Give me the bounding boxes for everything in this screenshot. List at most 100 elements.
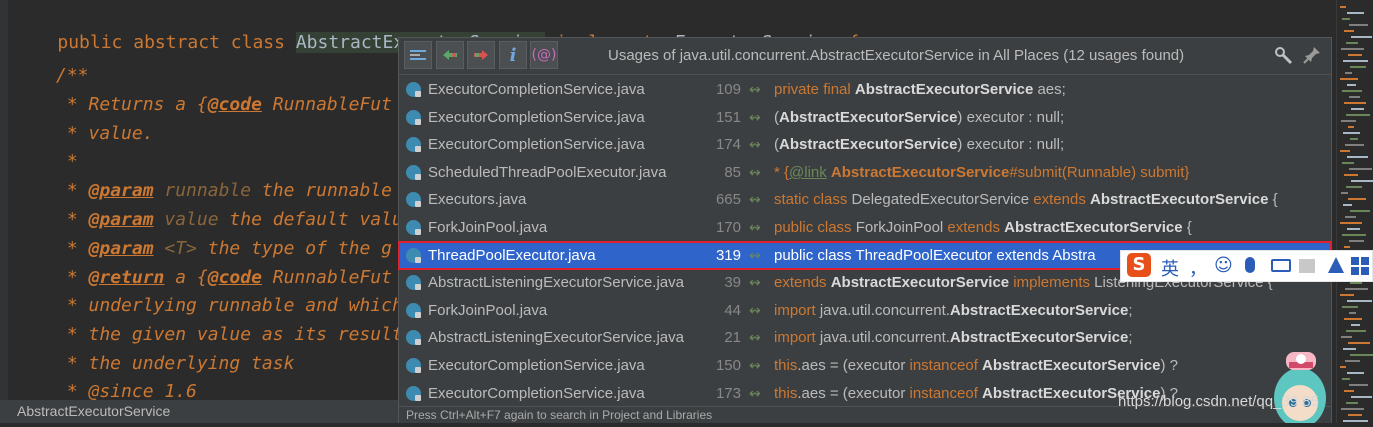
usage-file: ExecutorCompletionService.java bbox=[428, 108, 645, 126]
doc-comment-line: * @param runnable the runnable bbox=[56, 179, 392, 203]
usage-file: AbstractListeningExecutorService.java bbox=[428, 329, 684, 347]
minimap-line bbox=[1349, 384, 1368, 386]
minimap-line bbox=[1344, 30, 1354, 32]
minimap-line bbox=[1341, 48, 1364, 50]
usage-line-number: 109 bbox=[715, 81, 741, 98]
comment-text: * value. bbox=[56, 123, 154, 144]
usage-source: private final AbstractExecutorService ae… bbox=[774, 76, 1066, 103]
ime-punctuation-toggle[interactable]: ， bbox=[1189, 255, 1207, 281]
usage-source-token: ; bbox=[1128, 301, 1133, 319]
usage-file: Executors.java bbox=[428, 191, 527, 209]
comment-text: * Returns a { bbox=[56, 94, 208, 115]
keyboard-icon[interactable] bbox=[1271, 259, 1291, 272]
usage-row[interactable]: Executors.java 665 ↭ static class Delegated… bbox=[399, 186, 1331, 213]
next-occurrence-icon[interactable] bbox=[467, 41, 495, 69]
minimap-line bbox=[1340, 294, 1354, 296]
doc-comment-line: * @param <T> the type of the g bbox=[56, 237, 392, 261]
minimap-line bbox=[1343, 348, 1356, 350]
java-class-icon bbox=[406, 220, 421, 235]
minimap-line bbox=[1348, 126, 1354, 128]
usage-row[interactable]: ForkJoinPool.java 170 ↭ public class ForkJo… bbox=[399, 214, 1331, 241]
avatar-mascot bbox=[1262, 348, 1332, 427]
minimap-line bbox=[1340, 222, 1362, 224]
javadoc-param: <T> bbox=[153, 238, 197, 259]
minimap-line bbox=[1347, 156, 1368, 158]
usage-line-number: 150 bbox=[715, 357, 741, 374]
java-class-icon bbox=[406, 330, 421, 346]
usage-source: (AbstractExecutorService) executor : nul… bbox=[774, 131, 1064, 158]
usage-arrow-icon: ↭ bbox=[749, 81, 761, 97]
usage-source-token: DelegatedExecutorService bbox=[851, 191, 1034, 209]
minimap-line bbox=[1350, 210, 1370, 212]
minimap-line bbox=[1346, 42, 1358, 44]
ime-toolbar[interactable]: S 英 ， ☺ bbox=[1120, 250, 1373, 282]
minimap-line bbox=[1342, 90, 1362, 92]
usage-arrow-icon: ↭ bbox=[749, 108, 761, 125]
usage-row[interactable]: ExecutorCompletionService.java 174 ↭ (Abstr… bbox=[399, 131, 1331, 158]
ime-language-toggle[interactable]: 英 bbox=[1161, 255, 1179, 281]
usage-line-number: 85 bbox=[724, 163, 741, 181]
usage-row[interactable]: AbstractListeningExecutorService.java 21 ↭… bbox=[399, 324, 1331, 351]
usage-line-number: 44 bbox=[724, 301, 741, 319]
minimap-line bbox=[1347, 228, 1360, 230]
comment-text: RunnableFut bbox=[261, 94, 392, 115]
usage-source-token: { bbox=[1268, 191, 1278, 209]
info-icon[interactable]: i bbox=[499, 41, 527, 69]
settings-icon[interactable] bbox=[1273, 45, 1293, 65]
usage-source-token: AbstractExecutorService bbox=[830, 163, 1010, 181]
share-icon[interactable] bbox=[1328, 257, 1344, 273]
previous-occurrence-icon[interactable] bbox=[436, 41, 464, 69]
usage-row[interactable]: ForkJoinPool.java 44 ↭ import java.util.con… bbox=[399, 297, 1331, 324]
minimap-line bbox=[1350, 282, 1362, 284]
usage-file: AbstractListeningExecutorService.java bbox=[428, 274, 684, 292]
minimap-line bbox=[1349, 240, 1364, 242]
regex-icon[interactable]: (@) bbox=[530, 41, 558, 69]
merge-icon[interactable] bbox=[404, 41, 432, 69]
usage-row[interactable]: ScheduledThreadPoolExecutor.java 85 ↭ * {@l… bbox=[399, 159, 1331, 186]
comment-text: * underlying runnable and which bbox=[56, 295, 403, 316]
java-class-icon bbox=[406, 137, 421, 153]
usage-source-token: ; bbox=[1128, 329, 1133, 347]
doc-comment-line: * @param value the default valu bbox=[56, 208, 403, 232]
minimap-line bbox=[1343, 60, 1368, 62]
usage-source: import java.util.concurrent.AbstractExec… bbox=[774, 297, 1133, 324]
usages-popup[interactable]: i (@) Usages of java.util.concurrent.Abs… bbox=[398, 37, 1332, 423]
emoji-icon[interactable]: ☺ bbox=[1214, 255, 1233, 276]
usage-line-number: 21 bbox=[724, 329, 741, 347]
minimap-line bbox=[1342, 162, 1354, 164]
sogou-logo-icon[interactable]: S bbox=[1127, 253, 1151, 277]
usage-source: public class ThreadPoolExecutor extends … bbox=[774, 242, 1096, 269]
usage-file: ExecutorCompletionService.java bbox=[428, 384, 645, 402]
minimap-line bbox=[1343, 204, 1352, 206]
keyword-public: public bbox=[57, 32, 123, 53]
usage-file: ScheduledThreadPoolExecutor.java bbox=[428, 163, 667, 181]
usage-source-token: private final bbox=[774, 81, 855, 98]
usages-title: Usages of java.util.concurrent.AbstractE… bbox=[608, 47, 1185, 64]
usage-line-number: 319 bbox=[715, 246, 741, 264]
pin-icon[interactable] bbox=[1302, 45, 1322, 65]
usage-arrow-icon: ↭ bbox=[749, 246, 761, 263]
minimap-line bbox=[1344, 246, 1350, 248]
doc-comment-line: * the given value as its result bbox=[56, 323, 403, 347]
usage-file: ExecutorCompletionService.java bbox=[428, 81, 645, 98]
usage-source-token: .aes = (executor bbox=[797, 357, 910, 374]
usage-source-token: ) executor : null; bbox=[957, 136, 1065, 154]
usage-row[interactable]: ExecutorCompletionService.java 150 ↭ this.a… bbox=[399, 352, 1331, 379]
doc-comment-line: * value. bbox=[56, 122, 154, 146]
breadcrumb[interactable]: AbstractExecutorService bbox=[0, 400, 398, 423]
minimap-line bbox=[1345, 288, 1368, 290]
doc-comment-line: * @return a {@code RunnableFut bbox=[56, 266, 392, 290]
usage-line-number: 39 bbox=[724, 274, 741, 292]
editor-minimap[interactable] bbox=[1336, 0, 1373, 423]
usage-source-token: ForkJoinPool bbox=[855, 219, 948, 236]
minimap-line bbox=[1346, 114, 1370, 116]
usage-source-token: aes; bbox=[1033, 81, 1066, 98]
minimap-line bbox=[1351, 180, 1373, 182]
apps-icon[interactable] bbox=[1351, 257, 1369, 275]
usage-source: this.aes = (executor instanceof Abstract… bbox=[774, 352, 1178, 379]
usage-row[interactable]: ExecutorCompletionService.java 151 ↭ (Abstr… bbox=[399, 104, 1331, 131]
java-class-icon bbox=[406, 358, 421, 373]
skin-icon[interactable] bbox=[1299, 259, 1315, 273]
usage-row[interactable]: ExecutorCompletionService.java 109 ↭ privat… bbox=[399, 76, 1331, 103]
mic-icon[interactable] bbox=[1245, 257, 1255, 273]
